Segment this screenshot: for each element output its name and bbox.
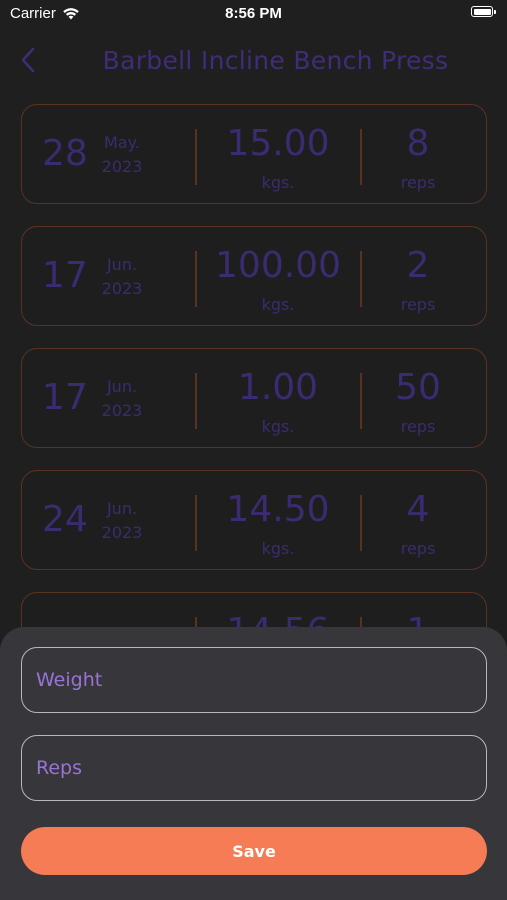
entry-weight: 1.00 bbox=[237, 367, 319, 408]
entry-reps: 50 bbox=[395, 367, 441, 408]
status-bar: Carrier 8:56 PM bbox=[0, 0, 507, 28]
entry-weight-unit: kgs. bbox=[261, 417, 295, 436]
entry-day: 24 bbox=[42, 499, 88, 540]
entry-year: 2023 bbox=[101, 157, 143, 176]
entry-reps: 4 bbox=[406, 489, 430, 530]
add-set-sheet: Save bbox=[0, 627, 507, 900]
save-button[interactable]: Save bbox=[21, 827, 487, 875]
entry-card[interactable]: 17 Jun. 2023 100.00 kgs. 2 reps bbox=[21, 226, 487, 326]
divider bbox=[195, 495, 197, 551]
entry-reps-unit: reps bbox=[400, 295, 436, 314]
divider bbox=[195, 373, 197, 429]
entry-month: Jun. bbox=[106, 377, 138, 396]
entry-reps: 8 bbox=[406, 123, 430, 164]
divider bbox=[195, 251, 197, 307]
divider bbox=[195, 129, 197, 185]
weight-input[interactable] bbox=[21, 647, 487, 713]
battery-icon bbox=[471, 6, 497, 19]
entry-reps-unit: reps bbox=[400, 417, 436, 436]
entry-month: Jun. bbox=[106, 499, 138, 518]
entry-weight-unit: kgs. bbox=[261, 173, 295, 192]
entry-weight-unit: kgs. bbox=[261, 539, 295, 558]
entry-day: 17 bbox=[42, 377, 88, 418]
entry-reps: 2 bbox=[406, 245, 430, 286]
entry-reps-unit: reps bbox=[400, 173, 436, 192]
home-indicator bbox=[0, 880, 507, 900]
entry-month: May. bbox=[104, 133, 140, 152]
page-title: Barbell Incline Bench Press bbox=[102, 46, 449, 75]
entry-card[interactable]: 28 May. 2023 15.00 kgs. 8 reps bbox=[21, 104, 487, 204]
entry-year: 2023 bbox=[101, 401, 143, 420]
status-time: 8:56 PM bbox=[225, 5, 282, 22]
entry-card[interactable]: 17 Jun. 2023 1.00 kgs. 50 reps bbox=[21, 348, 487, 448]
reps-input[interactable] bbox=[21, 735, 487, 801]
entry-weight: 14.50 bbox=[226, 489, 330, 530]
entry-weight-unit: kgs. bbox=[261, 295, 295, 314]
chevron-left-icon bbox=[21, 47, 35, 73]
app-screen: Carrier 8:56 PM Barbell Incline Bench Pr… bbox=[0, 0, 507, 900]
entry-month: Jun. bbox=[106, 255, 138, 274]
entry-weight: 100.00 bbox=[215, 245, 341, 286]
entry-year: 2023 bbox=[101, 279, 143, 298]
back-button[interactable] bbox=[14, 44, 42, 76]
entry-reps-unit: reps bbox=[400, 539, 436, 558]
entry-card[interactable]: 24 Jun. 2023 14.50 kgs. 4 reps bbox=[21, 470, 487, 570]
entry-day: 17 bbox=[42, 255, 88, 296]
entry-year: 2023 bbox=[101, 523, 143, 542]
entry-weight: 15.00 bbox=[226, 123, 330, 164]
entry-day: 28 bbox=[42, 133, 88, 174]
navigation-header: Barbell Incline Bench Press bbox=[0, 40, 507, 80]
